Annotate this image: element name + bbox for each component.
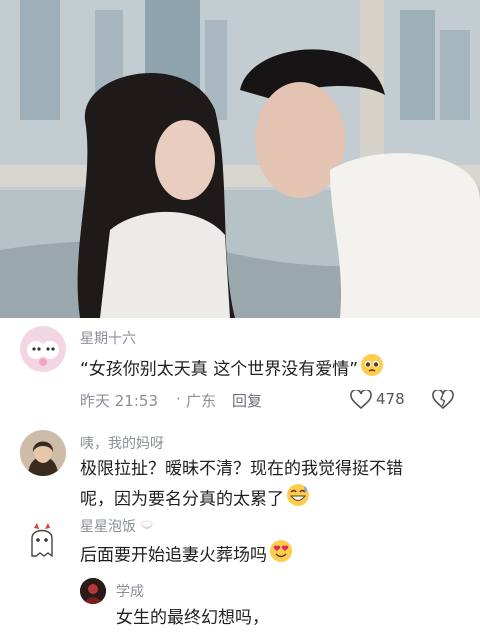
comment-text: 女生的最终幻想吗，	[116, 608, 269, 628]
comment-text-line1: 极限拉扯？暧昧不清？现在的我觉得挺不错	[80, 459, 403, 479]
comment-item: 星星泡饭 后面要开始追妻火葬场吗	[0, 512, 480, 578]
user-avatar[interactable]	[22, 520, 62, 560]
like-button[interactable]	[350, 388, 372, 414]
comment-text-content: 后面要开始追妻火葬场吗	[80, 545, 267, 566]
ghost-avatar-icon	[31, 523, 53, 558]
user-avatar[interactable]	[20, 326, 66, 372]
reply-button[interactable]: 回复	[232, 390, 262, 411]
comment-username[interactable]: 星期十六	[80, 328, 136, 348]
comment-username[interactable]: 星星泡饭	[80, 516, 155, 537]
comment-meta: 昨天 21:53 · 广东 回复 478	[80, 388, 480, 414]
comment-item: 咦，我的妈呀 极限拉扯？暧昧不清？现在的我觉得挺不错 呢，因为要名分真的太累了	[0, 425, 480, 515]
broken-heart-icon	[432, 388, 454, 410]
comment-item: 星期十六 “女孩你别太天真 这个世界没有爱情” 昨天 21:53 · 广东 回复…	[0, 318, 480, 418]
comment-text-content: 呢，因为要名分真的太累了	[80, 489, 284, 510]
user-avatar[interactable]	[20, 430, 66, 476]
comment-text: 后面要开始追妻火葬场吗	[80, 539, 293, 572]
pleading-face-icon	[360, 353, 384, 386]
like-count: 478	[376, 390, 405, 408]
heart-eyes-face-icon	[269, 539, 293, 572]
comment-username-text: 星星泡饭	[80, 519, 136, 535]
comment-text: “女孩你别太天真 这个世界没有爱情”	[80, 353, 384, 386]
dislike-button[interactable]	[432, 388, 454, 414]
comment-time: 昨天 21:53	[80, 392, 158, 410]
comment-username[interactable]: 学成	[116, 581, 144, 601]
meta-separator: ·	[176, 390, 181, 408]
person-photo-icon	[20, 430, 66, 476]
photo-illustration	[0, 0, 480, 318]
rice-bowl-icon	[139, 517, 155, 537]
user-avatar[interactable]	[80, 578, 106, 604]
video-still-photo[interactable]	[0, 0, 480, 318]
heart-icon	[350, 388, 372, 410]
dark-avatar-icon	[80, 578, 106, 604]
cartoon-avatar-icon	[27, 341, 59, 366]
comment-text-content: “女孩你别太天真 这个世界没有爱情”	[80, 359, 359, 380]
comment-location: 广东	[186, 392, 217, 410]
reply-comment-item: 学成 女生的最终幻想吗，	[0, 572, 480, 640]
comment-username[interactable]: 咦，我的妈呀	[80, 433, 164, 453]
